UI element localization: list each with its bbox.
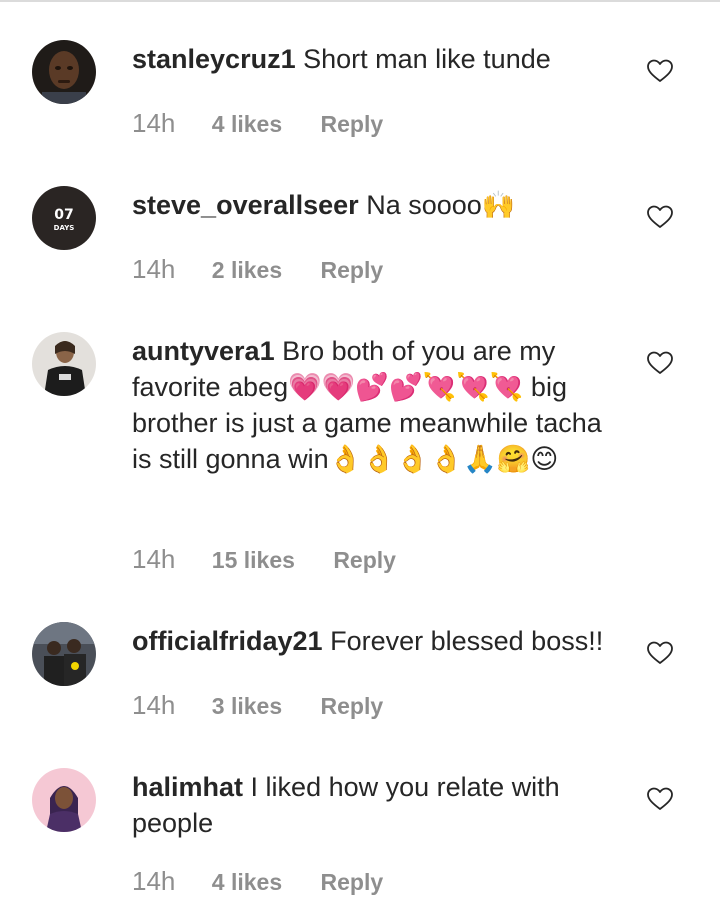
comment-likes[interactable]: 4 likes (212, 869, 282, 896)
comment-meta: 14h 4 likes Reply (132, 866, 383, 897)
comment-time: 14h (132, 544, 176, 574)
reply-button[interactable]: Reply (321, 111, 384, 138)
avatar[interactable] (32, 332, 96, 396)
comment-username[interactable]: steve_overallseer (132, 190, 359, 220)
comment-body: officialfriday21 Forever blessed boss!! (132, 623, 622, 659)
reply-button[interactable]: Reply (321, 257, 384, 284)
comment-meta: 14h 4 likes Reply (132, 108, 383, 139)
reply-button[interactable]: Reply (321, 869, 384, 896)
comment-meta: 14h 15 likes Reply (132, 544, 396, 575)
comment-time: 14h (132, 108, 176, 138)
comment-meta: 14h 2 likes Reply (132, 254, 383, 285)
comment-text: Na soooo (366, 190, 482, 220)
heart-icon[interactable] (646, 640, 674, 666)
avatar[interactable] (32, 40, 96, 104)
comment-likes[interactable]: 3 likes (212, 693, 282, 720)
heart-icon[interactable] (646, 350, 674, 376)
heart-icon[interactable] (646, 786, 674, 812)
comment-body: steve_overallseer Na soooo🙌 (132, 187, 622, 223)
comment-emoji: 🙌 (481, 190, 517, 220)
avatar[interactable]: 07 DAYS (32, 186, 96, 250)
comment-username[interactable]: auntyvera1 (132, 336, 275, 366)
comment-likes[interactable]: 4 likes (212, 111, 282, 138)
comment-body: halimhat I liked how you relate with peo… (132, 769, 622, 841)
avatar-text: 07 (54, 207, 73, 223)
avatar[interactable] (32, 622, 96, 686)
comment-likes[interactable]: 2 likes (212, 257, 282, 284)
comment-text: Short man like tunde (303, 44, 551, 74)
reply-button[interactable]: Reply (321, 693, 384, 720)
comment-time: 14h (132, 254, 176, 284)
top-divider (0, 0, 720, 2)
comment-text: Forever blessed boss!! (330, 626, 604, 656)
comment-time: 14h (132, 866, 176, 896)
comment-username[interactable]: officialfriday21 (132, 626, 323, 656)
heart-icon[interactable] (646, 204, 674, 230)
comment-time: 14h (132, 690, 176, 720)
comment-username[interactable]: stanleycruz1 (132, 44, 296, 74)
avatar[interactable] (32, 768, 96, 832)
comment-body: stanleycruz1 Short man like tunde (132, 41, 622, 77)
comment-meta: 14h 3 likes Reply (132, 690, 383, 721)
heart-icon[interactable] (646, 58, 674, 84)
avatar-subtext: DAYS (54, 224, 75, 232)
reply-button[interactable]: Reply (333, 547, 396, 574)
comment-body: auntyvera1 Bro both of you are my favori… (132, 333, 622, 477)
comment-username[interactable]: halimhat (132, 772, 243, 802)
comment-likes[interactable]: 15 likes (212, 547, 295, 574)
